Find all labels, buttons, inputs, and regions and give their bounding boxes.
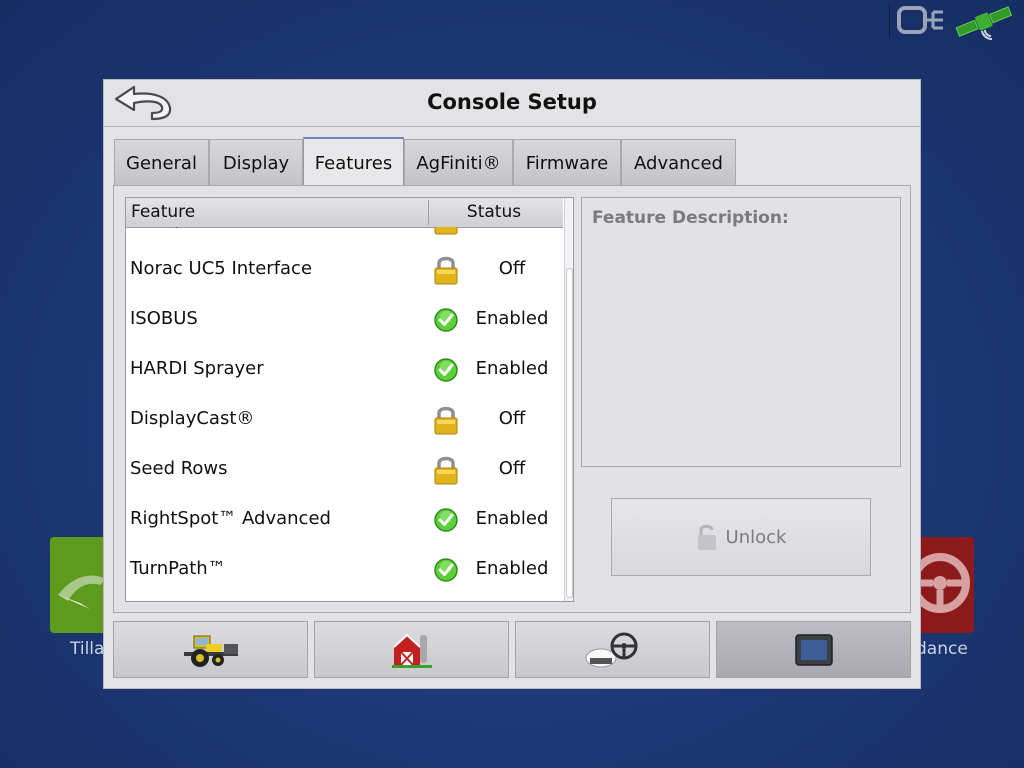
check-icon bbox=[432, 555, 460, 585]
feature-status: Off bbox=[498, 258, 526, 279]
tractor-icon bbox=[183, 635, 238, 667]
unlock-button[interactable]: Unlock bbox=[611, 498, 871, 576]
column-header-status[interactable]: Status bbox=[429, 202, 559, 222]
tab-display[interactable]: Display bbox=[209, 139, 303, 186]
unlock-icon bbox=[697, 524, 716, 550]
features-panel: Feature Status Multiple ProductOffNorac … bbox=[113, 185, 911, 613]
monitor-icon bbox=[794, 633, 833, 666]
feature-name: HARDI Sprayer bbox=[130, 358, 264, 379]
tab-firmware[interactable]: Firmware bbox=[513, 139, 621, 186]
table-row[interactable]: Norac UC5 Interface Off bbox=[126, 245, 563, 295]
check-icon bbox=[432, 305, 460, 335]
tillage-tile-label: Tilla bbox=[70, 639, 105, 659]
guidance-tile-label: dance bbox=[916, 639, 968, 659]
table-row[interactable]: RightSpot™ Advanced Enabled bbox=[126, 495, 563, 545]
table-row[interactable]: TurnPath™ Enabled bbox=[126, 545, 563, 595]
tab-features[interactable]: Features bbox=[303, 137, 404, 187]
lock-icon bbox=[432, 227, 460, 235]
scrollbar[interactable] bbox=[564, 198, 573, 601]
feature-status: Enabled bbox=[475, 358, 549, 379]
feature-name: ISOBUS bbox=[130, 308, 198, 329]
feature-name: Multiple Product bbox=[130, 227, 276, 229]
feature-status: Enabled bbox=[475, 558, 549, 579]
table-row[interactable]: ISOBUS Enabled bbox=[126, 295, 563, 345]
feature-status: Enabled bbox=[475, 508, 549, 529]
dialog-title: Console Setup bbox=[427, 90, 597, 114]
feature-description-box: Feature Description: bbox=[581, 197, 901, 467]
check-icon bbox=[432, 355, 460, 385]
topbar-divider bbox=[889, 4, 890, 38]
column-header-feature[interactable]: Feature bbox=[131, 202, 195, 222]
scrollbar-thumb[interactable] bbox=[566, 268, 573, 598]
feature-name: TurnPath™ bbox=[130, 558, 226, 579]
list-header: Feature Status bbox=[126, 198, 563, 228]
feature-status: Off bbox=[498, 408, 526, 429]
guidance-icon bbox=[585, 632, 637, 667]
tab-advanced[interactable]: Advanced bbox=[621, 139, 736, 186]
feature-status: Off bbox=[466, 227, 558, 229]
console-button[interactable] bbox=[716, 621, 911, 678]
tractor-button[interactable] bbox=[113, 621, 308, 678]
feature-description-title: Feature Description: bbox=[592, 208, 789, 228]
gps-satellite-icon[interactable] bbox=[954, 4, 1014, 44]
feature-name: Seed Rows bbox=[130, 458, 228, 479]
feature-status: Enabled bbox=[475, 308, 549, 329]
feature-name: Norac UC5 Interface bbox=[130, 258, 313, 279]
check-icon bbox=[432, 505, 460, 535]
farm-button[interactable] bbox=[314, 621, 509, 678]
tab-general[interactable]: General bbox=[114, 139, 209, 186]
display-status-icon[interactable] bbox=[897, 4, 947, 40]
console-setup-dialog: Console Setup General Display Features A… bbox=[103, 79, 921, 689]
table-row[interactable]: DisplayCast® Off bbox=[126, 395, 563, 445]
guidance-button[interactable] bbox=[515, 621, 710, 678]
table-row[interactable]: Seed Rows Off bbox=[126, 445, 563, 495]
dialog-header: Console Setup bbox=[104, 80, 920, 127]
table-row[interactable]: HARDI Sprayer Enabled bbox=[126, 345, 563, 395]
lock-icon bbox=[432, 255, 460, 285]
barn-icon bbox=[391, 633, 432, 668]
feature-name: RightSpot™ Advanced bbox=[130, 508, 331, 529]
feature-rows: Multiple Product Off Norac UC5 Interface Of… bbox=[126, 227, 563, 601]
unlock-label: Unlock bbox=[725, 526, 787, 548]
tab-agfiniti[interactable]: AgFiniti® bbox=[404, 139, 513, 186]
feature-status: Off bbox=[498, 458, 526, 479]
feature-name: DisplayCast® bbox=[130, 408, 255, 429]
lock-icon bbox=[432, 405, 460, 435]
lock-icon bbox=[432, 455, 460, 485]
table-row[interactable]: Multiple Product Off bbox=[126, 227, 563, 245]
features-list: Feature Status Multiple ProductOffNorac … bbox=[125, 197, 574, 602]
